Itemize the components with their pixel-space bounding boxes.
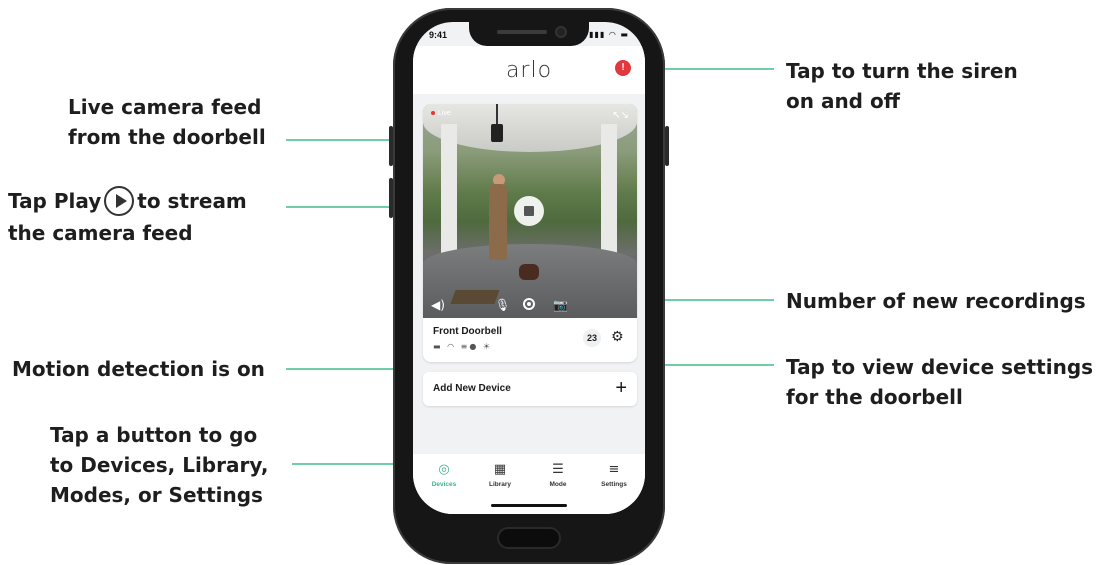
front-camera-icon — [557, 28, 565, 36]
record-icon[interactable] — [523, 298, 535, 310]
phone-side-button — [389, 126, 393, 166]
phone-frame: 9:41 ▮▮▮ ◠ ▬ arlo ! Live ↖↘ ◀) 🎙 📷 Front… — [389, 8, 669, 564]
callout-settings-line2: for the doorbell — [786, 385, 963, 409]
tab-mode[interactable]: ☰ Mode — [533, 462, 583, 488]
device-card: Live ↖↘ ◀) 🎙 📷 Front Doorbell ▬ ◠ ≡● ☀ 2… — [423, 104, 637, 362]
phone-side-button — [665, 126, 669, 166]
live-label: Live — [431, 110, 451, 117]
tab-library[interactable]: ▦ Library — [475, 462, 525, 488]
library-icon: ▦ — [493, 462, 507, 477]
person — [489, 184, 507, 260]
device-name[interactable]: Front Doorbell — [433, 326, 502, 337]
lantern-chain — [496, 104, 498, 124]
callout-nav-line1: Tap a button to go — [50, 423, 258, 447]
callout-siren-line2: on and off — [786, 89, 900, 113]
play-icon — [104, 185, 135, 216]
callout-tap-play-post: to stream — [137, 189, 247, 213]
callout-settings: Tap to view device settings for the door… — [786, 352, 1096, 412]
microphone-icon[interactable]: 🎙 — [495, 298, 510, 312]
callout-recordings: Number of new recordings — [786, 289, 1086, 313]
live-camera-feed[interactable]: Live ↖↘ ◀) 🎙 📷 — [423, 104, 637, 318]
arlo-logo: arlo — [505, 58, 553, 83]
siren-icon[interactable]: ! — [615, 60, 631, 76]
gear-icon[interactable]: ⚙ — [611, 328, 624, 346]
status-icons: ▮▮▮ ◠ ▬ — [589, 30, 629, 39]
add-new-device-button[interactable]: Add New Device + — [423, 372, 637, 406]
status-time: 9:41 — [429, 30, 448, 40]
new-recordings-badge[interactable]: 23 — [583, 329, 601, 347]
callout-tap-play-pre: Tap Play — [8, 189, 102, 213]
porch-pillar — [441, 124, 457, 264]
porch-pillar — [601, 124, 617, 264]
dog — [519, 264, 539, 280]
app-header: arlo ! — [413, 46, 645, 94]
device-status-icons: ▬ ◠ ≡● ☀ — [433, 342, 493, 351]
callout-siren-line1: Tap to turn the siren — [786, 59, 1018, 83]
mode-icon: ☰ — [552, 462, 564, 477]
tab-mode-label: Mode — [549, 481, 567, 488]
tab-devices[interactable]: ◎ Devices — [419, 462, 469, 488]
callout-live-feed-line2: from the doorbell — [68, 125, 266, 149]
expand-icon[interactable]: ↖↘ — [612, 110, 629, 121]
callout-nav-line2: to Devices, Library, — [50, 453, 269, 477]
add-new-device-label: Add New Device — [433, 383, 511, 394]
tab-settings-label: Settings — [601, 481, 627, 488]
phone-screen: 9:41 ▮▮▮ ◠ ▬ arlo ! Live ↖↘ ◀) 🎙 📷 Front… — [413, 22, 645, 514]
callout-live-feed-line1: Live camera feed — [68, 95, 262, 119]
bottom-tab-bar: ◎ Devices ▦ Library ☰ Mode ≡ Settings — [413, 454, 645, 514]
phone-side-button — [389, 178, 393, 218]
devices-icon: ◎ — [438, 462, 450, 477]
callout-nav-line3: Modes, or Settings — [50, 483, 263, 507]
callout-live-feed: Live camera feed from the doorbell — [68, 92, 278, 152]
callout-settings-line1: Tap to view device settings — [786, 355, 1094, 379]
plus-icon: + — [615, 377, 627, 399]
tab-devices-label: Devices — [431, 481, 457, 488]
callout-tap-play-line2: the camera feed — [8, 220, 193, 245]
callout-tap-play: Tap Play to stream the camera feed — [8, 185, 288, 248]
tab-library-label: Library — [488, 481, 512, 488]
lantern — [491, 124, 503, 142]
home-indicator[interactable] — [491, 504, 567, 507]
tab-settings[interactable]: ≡ Settings — [589, 462, 639, 488]
callout-motion: Motion detection is on — [12, 357, 265, 381]
phone-notch — [469, 22, 589, 46]
phone-bottom-button — [497, 527, 561, 549]
speaker-grill — [497, 30, 547, 34]
callout-siren: Tap to turn the siren on and off — [786, 56, 1086, 116]
stop-stream-button[interactable] — [514, 196, 544, 226]
callout-tap-play-line1: Tap Play to stream — [8, 185, 288, 218]
callout-nav: Tap a button to go to Devices, Library, … — [50, 420, 290, 510]
door-mat — [450, 290, 500, 304]
speaker-icon[interactable]: ◀) — [431, 298, 445, 312]
menu-icon: ≡ — [608, 462, 620, 477]
snapshot-camera-icon[interactable]: 📷 — [553, 298, 568, 312]
